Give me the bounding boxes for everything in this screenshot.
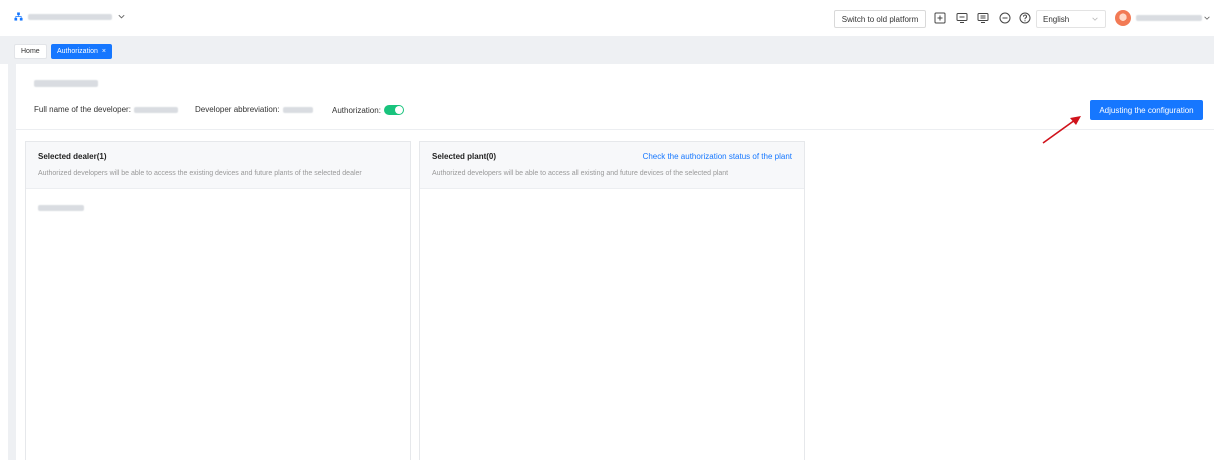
panel-header: Selected dealer(1) Authorized developers… [26,142,410,189]
developer-abbreviation: Developer abbreviation: [195,105,313,114]
tab-home[interactable]: Home [14,44,47,59]
tab-home-label: Home [21,48,40,55]
tab-authorization[interactable]: Authorization × [51,44,112,59]
authorization-field: Authorization: [332,105,404,115]
chevron-down-icon [1092,17,1098,21]
developer-full-name: Full name of the developer: [34,105,178,114]
panel-description: Authorized developers will be able to ac… [38,170,362,177]
developer-title-redacted [34,80,98,87]
page-tabs: Home Authorization × [0,36,1214,64]
abbreviation-value-redacted [282,106,313,113]
monitor-icon[interactable] [956,12,968,24]
full-name-value-redacted [133,106,178,113]
chevron-down-icon [118,14,125,19]
minus-circle-icon[interactable] [999,12,1011,24]
user-name-redacted[interactable] [1136,15,1202,21]
annotation-arrow-icon [1042,116,1081,144]
chevron-down-icon[interactable] [1203,14,1211,22]
authorization-label: Authorization: [332,105,381,115]
developer-info: Full name of the developer: Developer ab… [16,64,1214,130]
help-circle-icon[interactable] [1019,12,1031,24]
plus-square-icon[interactable] [934,12,946,24]
adjust-configuration-button[interactable]: Adjusting the configuration [1090,100,1203,120]
top-bar: Switch to old platform English [0,0,1214,36]
abbreviation-label: Developer abbreviation: [195,105,280,114]
selected-dealer-panel: Selected dealer(1) Authorized developers… [25,141,411,460]
language-value: English [1043,14,1070,24]
organization-icon [14,12,23,21]
panel-header: Selected plant(0) Check the authorizatio… [420,142,804,189]
panel-title: Selected dealer(1) [38,152,107,161]
panel-description: Authorized developers will be able to ac… [432,170,729,177]
main-content: Full name of the developer: Developer ab… [8,64,1214,460]
authorization-toggle[interactable] [383,105,404,115]
organization-selector[interactable] [14,12,126,21]
organization-name-redacted [28,13,112,20]
switch-old-platform-button[interactable]: Switch to old platform [834,10,926,28]
user-avatar[interactable] [1115,10,1131,26]
dealer-item-redacted[interactable] [38,205,84,211]
full-name-label: Full name of the developer: [34,105,131,114]
tab-authorization-label: Authorization [57,48,98,55]
close-icon[interactable]: × [102,48,106,55]
screen-list-icon[interactable] [977,12,989,24]
check-authorization-status-link[interactable]: Check the authorization status of the pl… [643,152,792,161]
language-select[interactable]: English [1036,10,1106,28]
selected-plant-panel: Selected plant(0) Check the authorizatio… [419,141,805,460]
